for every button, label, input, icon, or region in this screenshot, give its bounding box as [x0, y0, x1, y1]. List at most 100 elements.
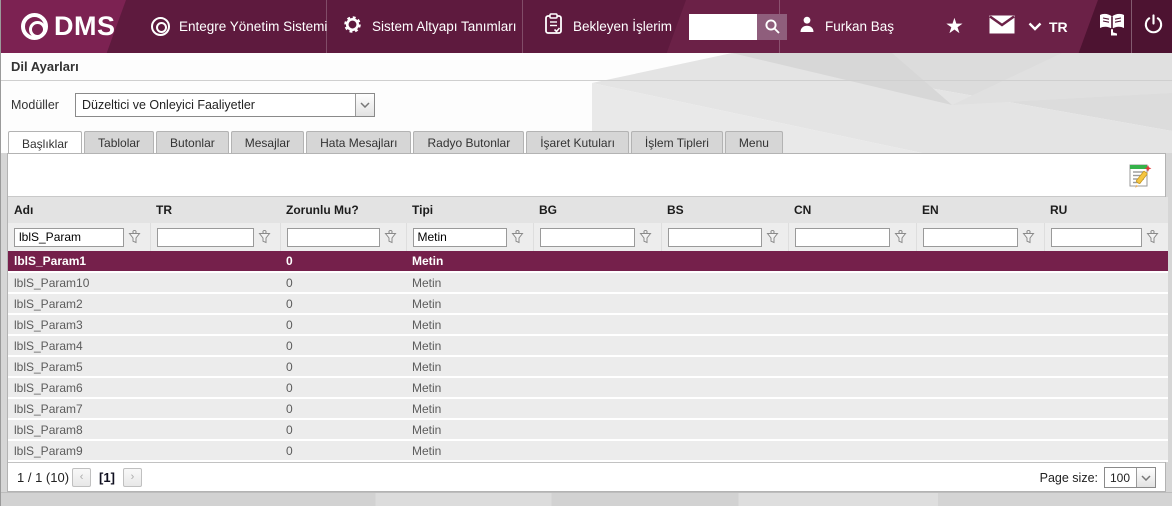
chevron-down-icon[interactable]: [1136, 468, 1155, 487]
tab-butonlar[interactable]: Butonlar: [156, 131, 229, 153]
gear-icon: [342, 14, 363, 40]
cell: [533, 314, 661, 335]
user-name: Furkan Baş: [825, 19, 894, 34]
cell: lblS_Param8: [8, 419, 150, 440]
filter-icon[interactable]: [511, 230, 524, 244]
filter-input-bs[interactable]: [668, 228, 762, 247]
filter-input-adı[interactable]: [14, 228, 124, 247]
table-row-lblS_Param7[interactable]: lblS_Param70Metin: [8, 398, 1168, 419]
column-header-bs[interactable]: BS: [661, 197, 788, 223]
table-row-lblS_Param10[interactable]: lblS_Param100Metin: [8, 272, 1168, 293]
cell: Metin: [406, 377, 533, 398]
tab-tablolar[interactable]: Tablolar: [84, 131, 154, 153]
qdms-circle-icon: [21, 13, 48, 40]
column-header-tipi[interactable]: Tipi: [406, 197, 533, 223]
next-page-button[interactable]: ›: [123, 468, 142, 487]
chevron-down-icon[interactable]: [355, 94, 374, 116]
filter-input-ru[interactable]: [1051, 228, 1143, 247]
cell: 0: [280, 251, 406, 272]
filter-icon[interactable]: [894, 230, 907, 244]
topbar-search: [689, 0, 787, 53]
filter-icon[interactable]: [639, 230, 652, 244]
filter-input-en[interactable]: [923, 228, 1018, 247]
filter-icon[interactable]: [1146, 230, 1159, 244]
cell: [1044, 440, 1168, 461]
table-row-lblS_Param3[interactable]: lblS_Param30Metin: [8, 314, 1168, 335]
mail-icon: [989, 15, 1015, 39]
table-row-lblS_Param6[interactable]: lblS_Param60Metin: [8, 377, 1168, 398]
module-label: Modüller: [11, 98, 75, 112]
filter-input-bg[interactable]: [540, 228, 635, 247]
cell: 0: [280, 377, 406, 398]
table-row-lblS_Param8[interactable]: lblS_Param80Metin: [8, 419, 1168, 440]
filter-icon[interactable]: [766, 230, 779, 244]
user-menu[interactable]: Furkan Baş: [798, 0, 894, 53]
cell: [916, 377, 1044, 398]
search-icon: [764, 18, 781, 35]
column-header-adı[interactable]: Adı: [8, 197, 150, 223]
tab-i̇şlem-tipleri[interactable]: İşlem Tipleri: [631, 131, 723, 153]
table-row-lblS_Param2[interactable]: lblS_Param20Metin: [8, 293, 1168, 314]
cell: [533, 377, 661, 398]
cell: [150, 419, 280, 440]
cell: [533, 419, 661, 440]
current-page-link[interactable]: [1]: [99, 470, 115, 485]
tab-i̇şaret-kutuları[interactable]: İşaret Kutuları: [526, 131, 629, 153]
filter-input-tr[interactable]: [157, 228, 254, 247]
filter-input-zorunlu-mu-[interactable]: [287, 228, 380, 247]
column-header-zorunlu-mu-[interactable]: Zorunlu Mu?: [280, 197, 406, 223]
cell: [916, 440, 1044, 461]
language-selector[interactable]: TR: [1028, 0, 1068, 53]
cell: [661, 314, 788, 335]
column-header-en[interactable]: EN: [916, 197, 1044, 223]
page-size-label: Page size:: [1040, 471, 1098, 485]
filter-input-cn[interactable]: [795, 228, 890, 247]
star-icon: ★: [945, 16, 964, 37]
qdms-logo[interactable]: DMS: [21, 0, 116, 53]
menu-entegre-yonetim-sistemi[interactable]: Entegre Yönetim Sistemi: [151, 0, 327, 53]
logo-text: DMS: [54, 11, 116, 42]
search-input[interactable]: [689, 14, 757, 40]
tab-menu[interactable]: Menu: [725, 131, 783, 153]
filter-input-tipi[interactable]: [413, 228, 507, 247]
prev-page-button[interactable]: ‹: [72, 468, 91, 487]
cell: 0: [280, 419, 406, 440]
column-header-cn[interactable]: CN: [788, 197, 916, 223]
page-size-dropdown[interactable]: 100: [1104, 467, 1156, 488]
filter-icon[interactable]: [384, 230, 397, 244]
column-header-tr[interactable]: TR: [150, 197, 280, 223]
filter-icon[interactable]: [258, 230, 271, 244]
cell: [150, 356, 280, 377]
logout-button[interactable]: [1143, 0, 1164, 53]
tab-mesajlar[interactable]: Mesajlar: [231, 131, 304, 153]
cell: [788, 398, 916, 419]
filter-icon[interactable]: [128, 230, 141, 244]
table-row-lblS_Param4[interactable]: lblS_Param40Metin: [8, 335, 1168, 356]
table-row-lblS_Param5[interactable]: lblS_Param50Metin: [8, 356, 1168, 377]
cell: [1044, 293, 1168, 314]
tab-hata-mesajları[interactable]: Hata Mesajları: [306, 131, 411, 153]
content-panel: AdıTRZorunlu Mu?TipiBGBSCNENRU lblS_Para…: [7, 153, 1166, 492]
messages-button[interactable]: [989, 0, 1015, 53]
help-button[interactable]: [1098, 0, 1126, 53]
edit-list-button[interactable]: [1125, 162, 1155, 190]
column-header-ru[interactable]: RU: [1044, 197, 1168, 223]
tab-radyo-butonlar[interactable]: Radyo Butonlar: [413, 131, 524, 153]
cell: [788, 377, 916, 398]
cell: lblS_Param7: [8, 398, 150, 419]
cell: 0: [280, 314, 406, 335]
column-header-bg[interactable]: BG: [533, 197, 661, 223]
favorites-button[interactable]: ★: [945, 0, 964, 53]
table-row-lblS_Param9[interactable]: lblS_Param90Metin: [8, 440, 1168, 461]
cell: [661, 440, 788, 461]
tab-başlıklar[interactable]: Başlıklar: [8, 131, 82, 154]
power-icon: [1143, 14, 1164, 40]
menu-sistem-altyapi-tanimlari[interactable]: Sistem Altyapı Tanımları: [342, 0, 517, 53]
filter-icon[interactable]: [1022, 230, 1035, 244]
search-button[interactable]: [757, 14, 787, 40]
module-dropdown[interactable]: Düzeltici ve Onleyici Faaliyetler: [75, 93, 375, 117]
menu-bekleyen-islerim[interactable]: Bekleyen İşlerim: [544, 0, 672, 53]
grid-body: lblS_Param10MetinlblS_Param100MetinlblS_…: [8, 251, 1168, 461]
cell: [1044, 251, 1168, 272]
table-row-lblS_Param1[interactable]: lblS_Param10Metin: [8, 251, 1168, 272]
